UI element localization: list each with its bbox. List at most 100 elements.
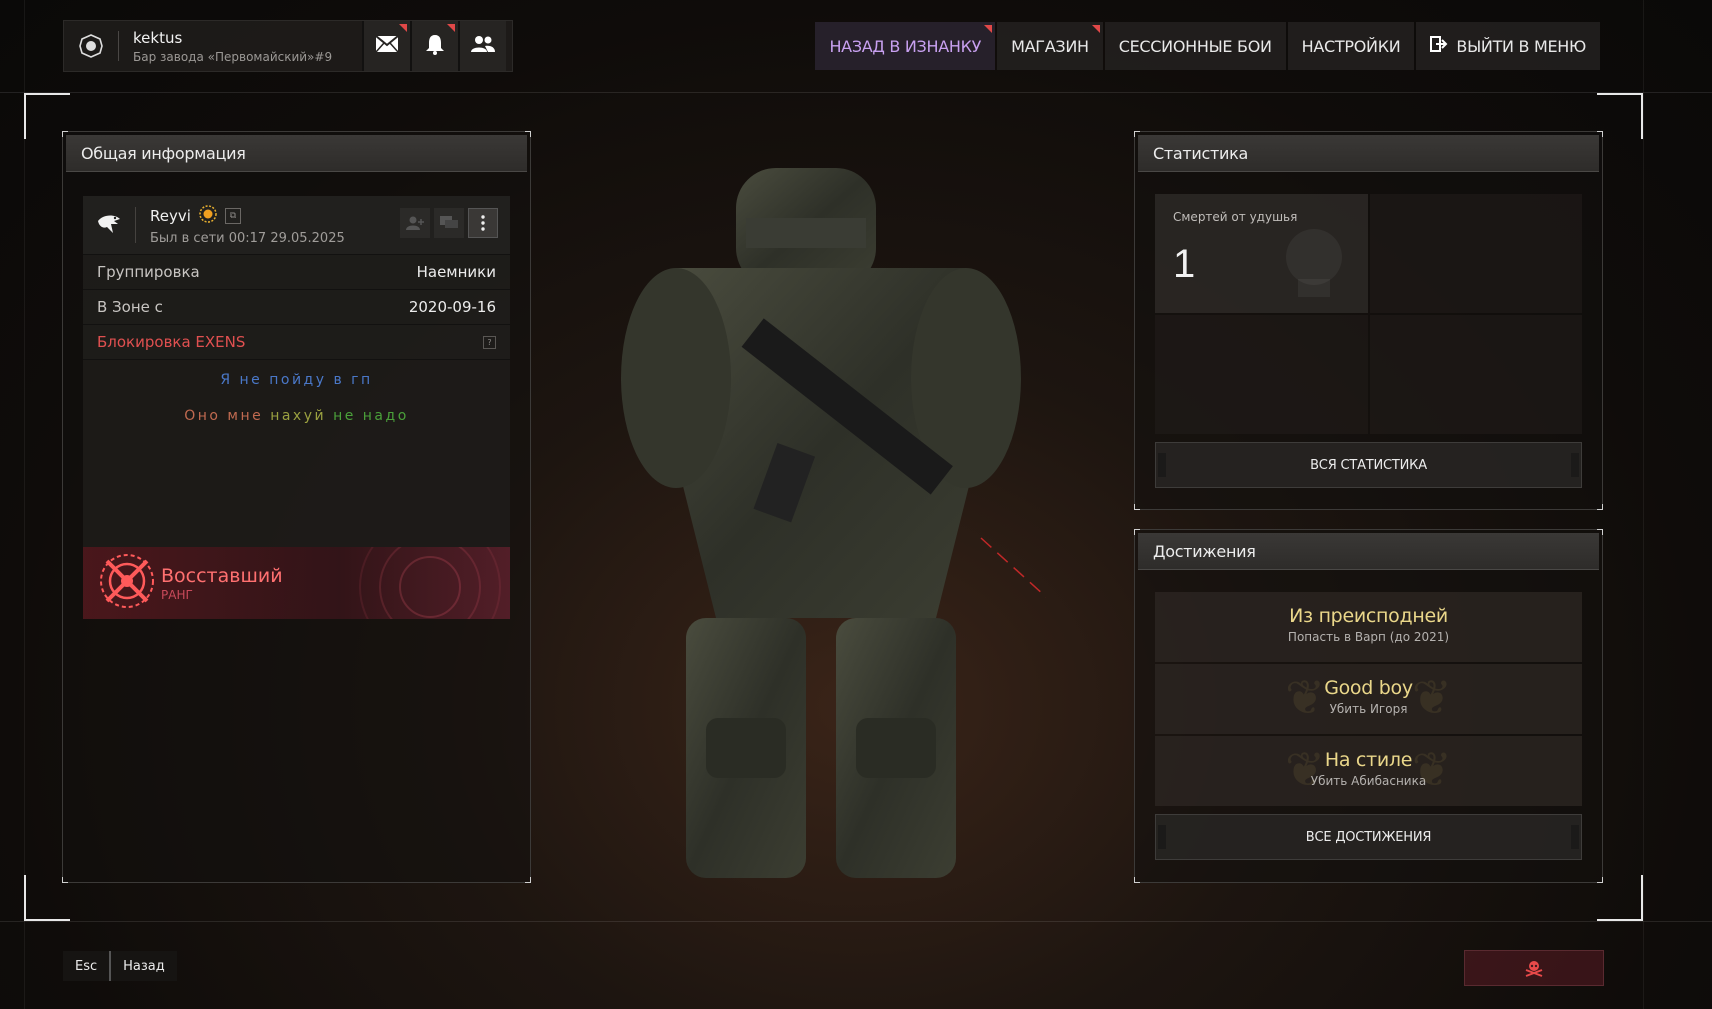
achievement-desc: Убить Абибасника <box>1310 774 1427 788</box>
frame-corner <box>1597 93 1643 139</box>
nav-shop[interactable]: МАГАЗИН <box>997 22 1103 70</box>
frame-corner <box>1597 875 1643 921</box>
row-key: В Зоне с <box>97 298 163 316</box>
mail-button[interactable] <box>362 21 410 71</box>
player-status: Я не пойду в гп Оно мне нахуй не надо <box>83 359 510 547</box>
achievement-title: Из преисподней <box>1289 605 1448 627</box>
status-line-1: Я не пойду в гп <box>220 372 373 388</box>
statistics-panel: Статистика Смертей от удушья 1 ВСЯ СТАТИ… <box>1134 131 1603 510</box>
panel-corner <box>62 877 68 883</box>
row-key: Группировка <box>97 263 200 281</box>
exit-icon <box>1430 36 1448 56</box>
sun-badge-icon <box>199 204 217 227</box>
nav-label: МАГАЗИН <box>1011 36 1089 56</box>
achievements-panel: Достижения Из преисподней Попасть в Варп… <box>1134 529 1603 883</box>
panel-corner <box>1134 877 1140 883</box>
rank-name: Восставший <box>161 564 283 587</box>
rank-label: РАНГ <box>161 587 193 602</box>
nav-exit-to-menu[interactable]: ВЫЙТИ В МЕНЮ <box>1416 22 1600 70</box>
faction-emblem-icon <box>78 33 104 59</box>
panel-corner <box>1597 877 1603 883</box>
block-label: Блокировка EXENS <box>97 333 246 351</box>
character-model <box>606 158 1247 908</box>
stat-card-empty <box>1369 315 1582 434</box>
achievement-desc: Попасть в Варп (до 2021) <box>1287 630 1450 644</box>
notifications-button[interactable] <box>410 21 458 71</box>
skull-icon <box>1285 229 1342 297</box>
panel-corner <box>1134 131 1140 137</box>
rank-emblem-icon <box>95 549 159 617</box>
achievement-title: На стиле <box>1324 749 1413 771</box>
add-friend-button[interactable] <box>400 208 430 238</box>
more-menu-button[interactable] <box>468 208 498 238</box>
separator <box>118 31 119 61</box>
stat-card: Смертей от удушья 1 <box>1155 194 1368 313</box>
panel-title: Достижения <box>1138 533 1599 570</box>
laurel-icon: ❦ <box>1411 742 1452 798</box>
nav-session-battles[interactable]: СЕССИОННЫЕ БОИ <box>1104 22 1286 70</box>
nav-settings[interactable]: НАСТРОЙКИ <box>1287 22 1415 70</box>
bg-line <box>0 921 1712 922</box>
laurel-icon: ❦ <box>1285 670 1326 726</box>
stat-label: Смертей от удушья <box>1173 210 1298 224</box>
help-icon[interactable]: ? <box>483 335 496 349</box>
panel-corner <box>1597 529 1603 535</box>
laurel-icon: ❦ <box>1285 742 1326 798</box>
status-part: не надо <box>333 408 409 424</box>
panel-title: Общая информация <box>66 135 527 172</box>
panel-corner <box>1597 131 1603 137</box>
message-button[interactable] <box>434 208 464 238</box>
zone-since-row: В Зоне с 2020-09-16 <box>83 289 510 324</box>
eagle-emblem-icon <box>95 211 123 239</box>
achievement-item[interactable]: ❦ ❦ Good boy Убить Игоря <box>1155 664 1582 734</box>
stat-card-empty <box>1155 315 1368 434</box>
nav-label: ВЫЙТИ В МЕНЮ <box>1456 36 1586 56</box>
row-value: 2020-09-16 <box>408 298 496 316</box>
notification-flag <box>1091 25 1100 33</box>
row-value: Наемники <box>416 263 496 281</box>
suicide-button[interactable] <box>1464 950 1604 986</box>
achievement-item[interactable]: Из преисподней Попасть в Варп (до 2021) <box>1155 592 1582 662</box>
all-stats-button[interactable]: ВСЯ СТАТИСТИКА <box>1155 442 1582 488</box>
status-line-2: Оно мне нахуй не надо <box>83 408 510 424</box>
status-part: нахуй <box>270 408 334 424</box>
friends-button[interactable] <box>458 21 506 71</box>
panel-title: Статистика <box>1138 135 1599 172</box>
bell-icon <box>425 33 445 59</box>
last-seen: Был в сети 00:17 29.05.2025 <box>150 230 345 246</box>
achievement-title: Good boy <box>1324 677 1413 699</box>
notification-flag <box>984 25 993 33</box>
player-header: Reyvi ⧉ Был в сети 00:17 29.05.2025 <box>83 196 510 254</box>
profile-main[interactable]: kektus Бар завода «Первомайский»#9 <box>64 21 362 71</box>
separator <box>135 207 136 243</box>
panel-corner <box>1597 504 1603 510</box>
block-row: Блокировка EXENS ? <box>83 324 510 359</box>
faction-row: Группировка Наемники <box>83 254 510 289</box>
add-friend-icon <box>406 216 424 230</box>
panel-corner <box>1134 529 1140 535</box>
achievement-desc: Убить Игоря <box>1329 702 1408 716</box>
back-control[interactable]: Esc Назад <box>63 951 177 981</box>
panel-corner <box>525 877 531 883</box>
profile-location: Бар завода «Первомайский»#9 <box>133 49 333 64</box>
skull-crossbones-icon <box>1525 961 1543 977</box>
nav-label: НАСТРОЙКИ <box>1301 36 1401 56</box>
chat-icon <box>440 216 458 228</box>
rank-box: Восставший РАНГ <box>83 547 510 619</box>
all-achievements-button[interactable]: ВСЕ ДОСТИЖЕНИЯ <box>1155 814 1582 860</box>
panel-corner <box>525 131 531 137</box>
laurel-icon: ❦ <box>1411 670 1452 726</box>
stat-card-empty <box>1369 194 1582 313</box>
bg-line <box>24 0 25 1009</box>
mail-icon <box>375 35 399 57</box>
panel-corner <box>1134 504 1140 510</box>
general-info-panel: Общая информация Reyvi ⧉ Был в сети 00:1… <box>62 131 531 883</box>
player-name: Reyvi <box>150 206 191 225</box>
rank-decoration <box>359 547 501 619</box>
stat-grid: Смертей от удушья 1 <box>1155 194 1582 434</box>
copy-icon[interactable]: ⧉ <box>224 207 241 224</box>
nav-label: СЕССИОННЫЕ БОИ <box>1118 36 1272 56</box>
nav-back-to-underside[interactable]: НАЗАД В ИЗНАНКУ <box>815 22 996 70</box>
achievement-item[interactable]: ❦ ❦ На стиле Убить Абибасника <box>1155 736 1582 806</box>
nav-label: НАЗАД В ИЗНАНКУ <box>829 36 982 56</box>
